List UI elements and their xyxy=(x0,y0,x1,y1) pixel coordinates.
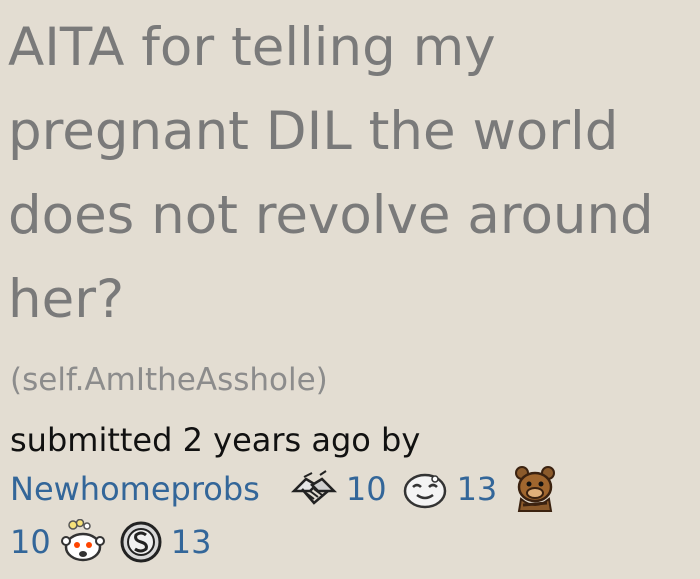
award-count: 13 xyxy=(456,470,498,508)
award-count: 10 xyxy=(10,523,51,561)
award-handshake[interactable]: 10 xyxy=(290,469,387,509)
awards-row-continued: 10 13 xyxy=(10,519,225,565)
popcorn-snoo-award-icon xyxy=(60,519,105,565)
award-count: 13 xyxy=(170,523,212,561)
handshake-award-icon xyxy=(290,469,338,509)
post-title[interactable]: AITA for telling my pregnant DIL the wor… xyxy=(8,6,688,342)
award-bear[interactable] xyxy=(511,465,559,513)
smiling-face-award-icon xyxy=(401,469,449,509)
silver-coin-award-icon xyxy=(119,520,163,564)
bear-award-icon xyxy=(511,465,559,513)
award-popcorn-snoo[interactable]: 10 xyxy=(10,519,105,565)
author-link[interactable]: Newhomeprobs xyxy=(10,470,260,508)
award-smiling-face[interactable]: 13 xyxy=(401,469,498,509)
post-tagline: submitted 2 years ago by xyxy=(10,421,421,459)
author-awards-row: Newhomeprobs 10 13 xyxy=(10,466,573,512)
award-count: 10 xyxy=(345,470,387,508)
post-domain[interactable]: (self.AmItheAsshole) xyxy=(10,360,328,400)
award-silver-coin[interactable]: 13 xyxy=(119,520,212,564)
